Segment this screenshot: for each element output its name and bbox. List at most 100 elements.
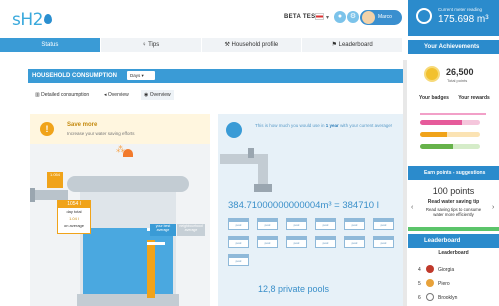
period-value: Days (130, 73, 141, 78)
badge-progress-bar (420, 144, 480, 149)
pool-icon: pool (228, 254, 249, 266)
meter-label: Current meter reading (438, 7, 483, 12)
leaderboard-subtitle: Leaderboard (438, 250, 469, 256)
tank-day-total: day total (66, 209, 82, 214)
tank-average-value: 1.04 l (69, 216, 79, 221)
yearly-description: This is how much you would use in 1 year… (255, 123, 395, 129)
avatar (426, 293, 434, 301)
tab-detailed-consumption[interactable]: ▥ Detailed consumption (35, 92, 89, 98)
achievements-panel: 26,500 Total points Your badges Your rew… (408, 54, 499, 164)
tab-badges[interactable]: Your badges (414, 95, 454, 101)
tab-label: Overview (149, 92, 171, 98)
household-consumption-header: HOUSEHOLD CONSUMPTION Days ▾ (28, 69, 403, 83)
pool-icon: pool (373, 236, 394, 248)
tab-label: Overview (107, 92, 129, 98)
save-more-title: Save more (67, 122, 98, 128)
chevron-right-icon[interactable]: › (492, 204, 494, 211)
yearly-desc-prefix: This is how much you would use in (255, 123, 326, 128)
gauge-icon (416, 8, 432, 24)
rank: 6 (418, 295, 421, 301)
pool-icon: pool (344, 236, 365, 248)
pool-icon: pool (315, 236, 336, 248)
faucet-illustration (220, 148, 272, 192)
scrollbar[interactable] (403, 60, 407, 306)
nav-leaderboard-label: Leaderboard (338, 42, 373, 48)
warning-icon: ! (40, 122, 54, 136)
tank-reading-box: 1054 l day total 1.04 l on average (57, 200, 91, 234)
neighbourhood-average-legend: neighbourhood average (177, 224, 205, 236)
nav-tips[interactable]: ♀ Tips (100, 38, 202, 52)
achievements-header: Your Achievements (408, 40, 499, 54)
nav-tips-label: Tips (148, 42, 160, 48)
pool-icon: pool (286, 218, 307, 230)
meter-reading-panel: Current meter reading 175.698 m³ (408, 0, 499, 36)
tab-overview-active[interactable]: ◉ Overview (141, 90, 174, 100)
water-drop-icon (43, 14, 52, 24)
achievements-title: Your Achievements (424, 44, 480, 50)
yearly-desc-suffix: with your current average! (338, 123, 393, 128)
tank-average-label: on average (63, 223, 84, 228)
language-flag-icon[interactable] (315, 13, 324, 20)
pool-icon: pool (373, 218, 394, 230)
pool-icon: pool (257, 236, 278, 248)
leaderboard-row[interactable]: 6 Brooklyn (418, 293, 457, 301)
nav-household-profile[interactable]: ⚒ Household profile (201, 38, 303, 52)
tab-overview[interactable]: ◂ Overview (104, 92, 129, 98)
badge-progress-bar (420, 132, 480, 137)
suggestion-title[interactable]: Read water saving tip (408, 199, 499, 205)
suggestion-progress-bar (408, 227, 499, 231)
main-nav: Status ♀ Tips ⚒ Household profile ⚑ Lead… (0, 38, 403, 52)
best-average-legend: your best average (150, 224, 176, 236)
nav-status[interactable]: Status (0, 38, 101, 52)
tab-label: Detailed consumption (41, 92, 90, 98)
app-logo[interactable]: sH2 (12, 10, 52, 30)
private-pools-count: 12,8 private pools (258, 284, 330, 294)
yearly-total: 384.71000000000004m³ = 384710 l (228, 200, 379, 211)
language-dropdown-icon[interactable]: ▾ (326, 14, 329, 21)
nav-status-label: Status (41, 42, 59, 48)
save-more-card: ! Save more Increase your water saving e… (30, 114, 210, 306)
consumption-title: HOUSEHOLD CONSUMPTION (32, 73, 118, 79)
tab-rewards[interactable]: Your rewards (454, 95, 494, 101)
settings-icon[interactable]: ⚙ (347, 11, 359, 23)
leaderboard-header: Leaderboard (408, 234, 499, 248)
hammer-icon: ⚒ (224, 42, 232, 48)
pool-icon: pool (344, 218, 365, 230)
player-name: Piero (438, 281, 450, 287)
total-points-label: Total points (447, 78, 468, 83)
user-menu[interactable]: Marco (360, 10, 402, 25)
rank: 5 (418, 281, 421, 287)
leaderboard-title: Leaderboard (424, 238, 461, 244)
water-drop-icon (226, 122, 242, 138)
meter-value: 175.698 m³ (438, 14, 489, 25)
suggestion-points: 100 points (432, 186, 475, 196)
leaderboard-panel: Leaderboard 4 Giorgia 5 Piero 6 Brooklyn (408, 248, 499, 306)
save-more-description: Increase your water saving efforts (67, 131, 135, 136)
nav-leaderboard[interactable]: ⚑ Leaderboard (302, 38, 403, 52)
badge-progress-bar (420, 120, 480, 125)
save-more-header: ! Save more Increase your water saving e… (30, 114, 210, 144)
avatar (362, 11, 375, 24)
player-name: Brooklyn (438, 295, 458, 301)
yearly-usage-card: This is how much you would use in 1 year… (218, 114, 403, 306)
chevron-left-icon[interactable]: ‹ (411, 204, 413, 211)
pool-icon: pool (257, 218, 278, 230)
earn-points-panel: 100 points Read water saving tip Read sa… (408, 180, 499, 232)
period-select[interactable]: Days ▾ (127, 71, 155, 80)
nav-household-label: Household profile (231, 42, 279, 48)
total-points: 26,500 (446, 67, 474, 77)
trophy-icon: ⚑ (331, 42, 339, 48)
pool-icon: pool (228, 236, 249, 248)
pool-icon: pool (315, 218, 336, 230)
tank-reading: 1054 l (58, 201, 90, 208)
top-bar: sH2 BETA TEST ▾ ● ⚙ Marco (0, 0, 403, 38)
pool-icon: pool (228, 218, 249, 230)
rank: 4 (418, 267, 421, 273)
earn-points-header: Earn points - suggestions (408, 166, 499, 180)
leaderboard-row[interactable]: 5 Piero (418, 279, 450, 287)
leaderboard-row[interactable]: 4 Giorgia (418, 265, 454, 273)
pool-icon: pool (286, 236, 307, 248)
player-name: Giorgia (438, 267, 455, 273)
user-name: Marco (378, 14, 392, 20)
notifications-icon[interactable]: ● (334, 11, 346, 23)
